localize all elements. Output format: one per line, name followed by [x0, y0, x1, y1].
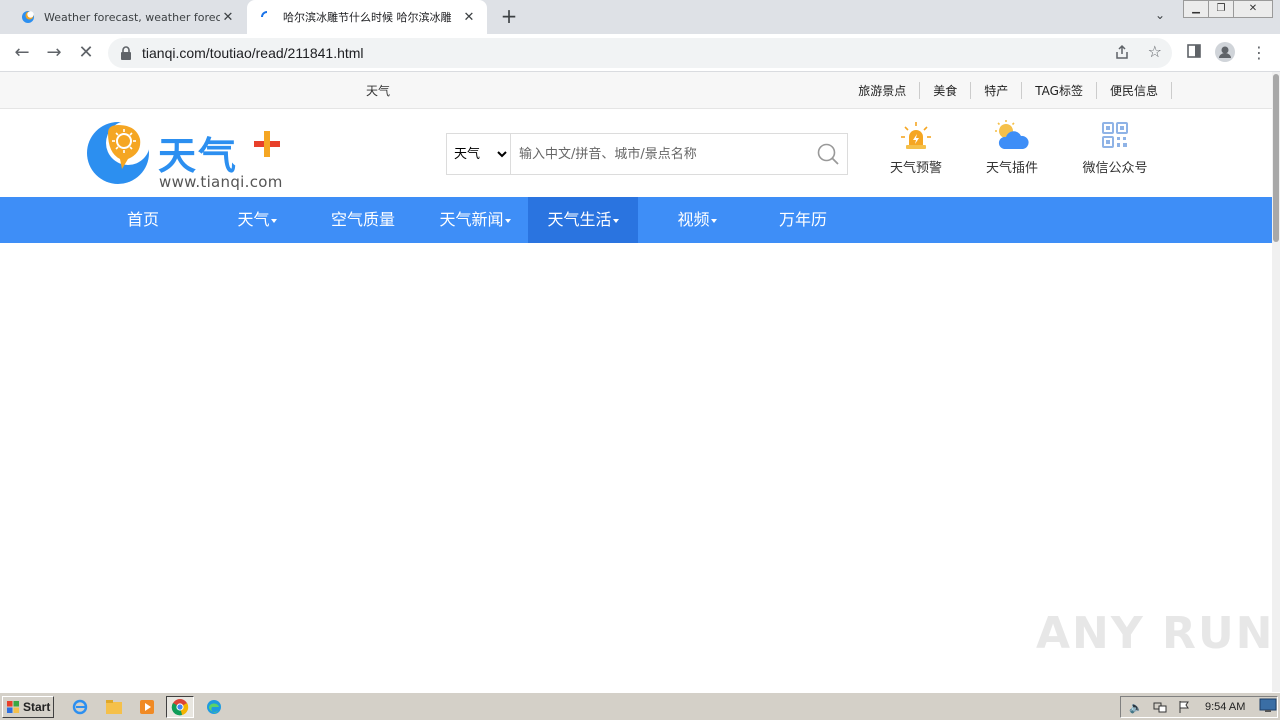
chrome-icon[interactable]	[166, 696, 194, 718]
nav-item-video[interactable]: 视频	[642, 197, 752, 243]
start-label: Start	[23, 700, 51, 714]
header-link-weather-alert[interactable]: 天气预警	[871, 119, 961, 176]
file-explorer-icon[interactable]	[100, 696, 128, 718]
action-center-flag-icon[interactable]	[1175, 699, 1193, 715]
windows-flag-icon	[7, 701, 19, 713]
nav-item-weather-news[interactable]: 天气新闻	[420, 197, 530, 243]
browser-toolbar: ← → ✕ tianqi.com/toutiao/read/211841.htm…	[0, 34, 1280, 72]
start-button[interactable]: Start	[2, 696, 54, 718]
topbar-links: 旅游景点 美食 特产 TAG标签 便民信息	[845, 82, 1172, 99]
new-tab-button[interactable]: +	[498, 6, 520, 28]
side-panel-icon[interactable]	[1183, 42, 1205, 64]
nav-label: 天气	[237, 210, 270, 229]
nav-item-weather-life[interactable]: 天气生活	[528, 197, 638, 243]
tab-close-icon[interactable]: ✕	[220, 9, 236, 25]
topbar-link-travel[interactable]: 旅游景点	[845, 82, 921, 99]
nav-item-home[interactable]: 首页	[88, 197, 198, 243]
sun-cloud-icon	[995, 120, 1029, 149]
nav-item-weather[interactable]: 天气	[202, 197, 312, 243]
logo-name: 天气	[158, 134, 239, 178]
close-window-button[interactable]: ✕	[1233, 0, 1273, 18]
tab-harbin-ice-festival[interactable]: 哈尔滨冰雕节什么时候 哈尔滨冰雕 ✕	[247, 0, 487, 34]
search-input[interactable]	[513, 134, 813, 174]
nav-item-air-quality[interactable]: 空气质量	[308, 197, 418, 243]
forward-arrow-icon[interactable]: →	[42, 41, 66, 65]
site-header: 天气 www.tianqi.com 天气 天气预警 天气插件	[0, 109, 1272, 197]
header-link-weather-plugin[interactable]: 天气插件	[967, 119, 1057, 176]
logo-domain: www.tianqi.com	[159, 173, 283, 191]
url-text: tianqi.com/toutiao/read/211841.html	[142, 45, 364, 61]
restore-button[interactable]: ❐	[1208, 0, 1234, 18]
site-logo[interactable]: 天气 www.tianqi.com	[86, 119, 296, 191]
address-bar[interactable]: tianqi.com/toutiao/read/211841.html ☆	[108, 38, 1172, 68]
nav-label: 首页	[126, 210, 159, 229]
header-link-label: 天气预警	[889, 161, 942, 176]
alert-light-icon	[901, 122, 931, 149]
search-box: 天气	[446, 133, 848, 175]
nav-label: 视频	[677, 210, 710, 229]
lock-icon	[120, 45, 134, 61]
stop-loading-icon[interactable]: ✕	[74, 41, 98, 65]
nav-label: 空气质量	[330, 210, 395, 229]
edge-icon[interactable]	[200, 696, 228, 718]
caret-down-icon	[504, 218, 511, 223]
header-link-label: 天气插件	[985, 161, 1038, 176]
profile-avatar-icon[interactable]	[1214, 42, 1236, 64]
topbar-link-info[interactable]: 便民信息	[1097, 82, 1172, 99]
minimize-button[interactable]: ▁	[1183, 0, 1209, 18]
loading-spinner-icon	[259, 9, 275, 25]
search-icon[interactable]	[817, 143, 839, 165]
logo-plus-icon	[254, 131, 280, 157]
page-scrollbar[interactable]	[1272, 72, 1280, 692]
header-link-label: 微信公众号	[1082, 161, 1148, 176]
topbar-link-specialty[interactable]: 特产	[971, 82, 1023, 99]
share-icon[interactable]	[1114, 44, 1132, 62]
tab-weather-forecast[interactable]: Weather forecast, weather forecast ✕	[8, 0, 246, 34]
tab-strip: Weather forecast, weather forecast ✕ 哈尔滨…	[0, 0, 1280, 34]
nav-label: 天气生活	[547, 210, 612, 229]
header-link-wechat[interactable]: 微信公众号	[1070, 119, 1160, 176]
nav-item-calendar[interactable]: 万年历	[748, 197, 858, 243]
caret-down-icon	[270, 218, 277, 223]
qr-code-icon	[1102, 122, 1128, 148]
media-player-icon[interactable]	[133, 696, 161, 718]
tab-title: Weather forecast, weather forecast	[44, 10, 220, 24]
internet-explorer-icon[interactable]	[66, 696, 94, 718]
caret-down-icon	[612, 218, 619, 223]
windows-taskbar: Start 🔈 9:54 AM	[0, 692, 1280, 720]
tianqi-favicon-icon	[20, 9, 36, 25]
anyrun-watermark: ANY RUN	[1036, 608, 1275, 659]
system-tray: 🔈 9:54 AM	[1120, 696, 1278, 718]
logo-moon-sun-icon	[87, 121, 150, 184]
scrollbar-thumb[interactable]	[1273, 74, 1279, 242]
tab-search-chevron-icon[interactable]: ⌄	[1150, 8, 1170, 26]
volume-icon[interactable]: 🔈	[1127, 699, 1145, 715]
nav-label: 天气新闻	[439, 210, 504, 229]
back-arrow-icon[interactable]: ←	[10, 41, 34, 65]
topbar-link-food[interactable]: 美食	[920, 82, 972, 99]
nav-label: 万年历	[778, 210, 827, 229]
site-topbar: 天气 旅游景点 美食 特产 TAG标签 便民信息	[0, 72, 1272, 109]
show-desktop-icon[interactable]	[1258, 696, 1280, 718]
bookmark-star-icon[interactable]: ☆	[1148, 42, 1162, 61]
tab-title: 哈尔滨冰雕节什么时候 哈尔滨冰雕	[283, 11, 452, 24]
taskbar-clock[interactable]: 9:54 AM	[1205, 701, 1245, 713]
network-icon[interactable]	[1151, 699, 1169, 715]
search-type-select[interactable]: 天气	[447, 134, 511, 174]
topbar-link-tags[interactable]: TAG标签	[1022, 82, 1097, 99]
topbar-brand[interactable]: 天气	[366, 82, 390, 99]
caret-down-icon	[710, 218, 717, 223]
main-nav: 首页 天气 空气质量 天气新闻 天气生活 视频 万年历	[0, 197, 1272, 243]
menu-dots-icon[interactable]: ⋮	[1248, 42, 1270, 64]
tab-close-icon[interactable]: ✕	[461, 9, 477, 25]
